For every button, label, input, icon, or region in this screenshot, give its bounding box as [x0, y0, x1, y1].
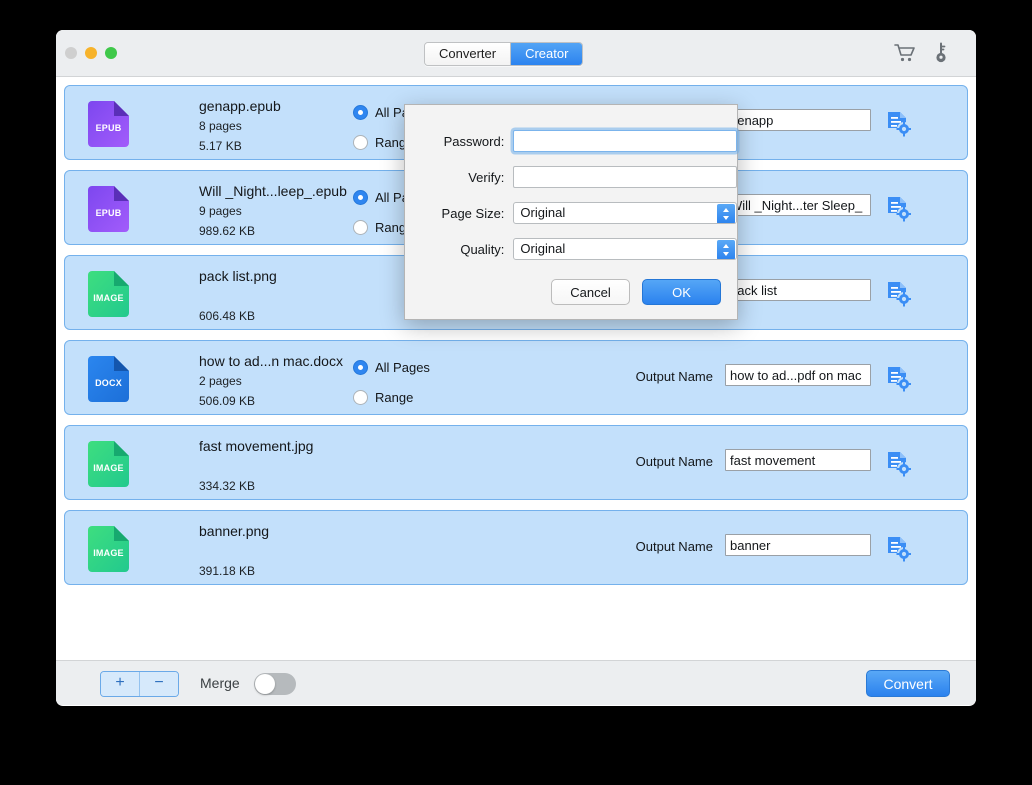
bottom-toolbar: + − Merge Convert: [56, 660, 976, 705]
file-type-icon-epub: EPUB: [88, 101, 129, 147]
output-name-input[interactable]: [725, 449, 871, 471]
app-window: Converter Creator EPUB genapp.epub 8 pag…: [56, 30, 976, 706]
cart-icon[interactable]: [894, 43, 916, 68]
chevron-updown-icon: [717, 204, 735, 223]
remove-file-button[interactable]: −: [139, 672, 178, 696]
file-info: how to ad...n mac.docx 2 pages 506.09 KB: [199, 352, 343, 410]
output-name-input[interactable]: [725, 109, 871, 131]
cancel-button[interactable]: Cancel: [551, 279, 630, 305]
page-size-label: Page Size:: [441, 205, 505, 221]
output-name-input[interactable]: [725, 364, 871, 386]
minimize-window-button[interactable]: [85, 47, 97, 59]
document-settings-icon[interactable]: [887, 111, 912, 137]
file-name: genapp.epub: [199, 98, 281, 114]
table-row[interactable]: IMAGE banner.png 391.18 KB Output Name: [64, 510, 968, 585]
radio-all-pages-dot: [353, 359, 368, 375]
chevron-updown-icon: [717, 240, 735, 259]
file-info: fast movement.jpg 334.32 KB: [199, 437, 313, 495]
page-size-value: Original: [520, 205, 566, 220]
file-info: banner.png 391.18 KB: [199, 522, 269, 580]
file-info: Will _Night...leep_.epub 9 pages 989.62 …: [199, 182, 347, 240]
page-size-select[interactable]: Original: [513, 202, 737, 224]
quality-value: Original: [520, 241, 566, 256]
title-bar: Converter Creator: [56, 30, 976, 77]
table-row[interactable]: IMAGE fast movement.jpg 334.32 KB Output…: [64, 425, 968, 500]
file-type-icon-docx: DOCX: [88, 356, 129, 402]
key-icon[interactable]: [934, 42, 948, 69]
file-type-icon-image: IMAGE: [88, 271, 129, 317]
output-name-label: Output Name: [635, 454, 713, 469]
file-pages: 9 pages: [199, 204, 242, 218]
password-label: Password:: [443, 133, 505, 149]
tab-converter[interactable]: Converter: [425, 43, 511, 65]
merge-toggle-knob: [255, 674, 275, 694]
ok-button[interactable]: OK: [642, 279, 721, 305]
file-size: 606.48 KB: [199, 309, 256, 323]
close-window-button[interactable]: [65, 47, 77, 59]
file-type-icon-image: IMAGE: [88, 441, 129, 487]
radio-all-pages-dot: [353, 104, 368, 120]
file-info: pack list.png 606.48 KB: [199, 267, 277, 325]
dialog-actions: Cancel OK: [551, 279, 721, 305]
file-size: 989.62 KB: [199, 224, 256, 238]
file-pages: 2 pages: [199, 374, 242, 388]
mode-segmented-control[interactable]: Converter Creator: [424, 42, 584, 66]
file-info: genapp.epub 8 pages 5.17 KB: [199, 97, 281, 155]
table-row[interactable]: DOCX how to ad...n mac.docx 2 pages 506.…: [64, 340, 968, 415]
window-controls: [65, 47, 117, 59]
output-name-input[interactable]: [725, 279, 871, 301]
radio-range-dot: [353, 219, 368, 235]
file-type-icon-image: IMAGE: [88, 526, 129, 572]
page-size-row: Page Size: Original: [405, 201, 737, 225]
file-size: 391.18 KB: [199, 564, 256, 578]
radio-range[interactable]: Range: [353, 386, 430, 408]
titlebar-actions: [894, 42, 948, 69]
page-range-options: All Pages Range: [353, 356, 430, 416]
file-name: Will _Night...leep_.epub: [199, 183, 347, 199]
password-row: Password:: [405, 129, 737, 153]
document-settings-icon[interactable]: [887, 196, 912, 222]
maximize-window-button[interactable]: [105, 47, 117, 59]
add-remove-control: + −: [100, 671, 179, 697]
pdf-options-dialog: Password: Verify: Page Size: Original Qu…: [404, 104, 738, 320]
file-pages: 8 pages: [199, 119, 242, 133]
file-type-icon-epub: EPUB: [88, 186, 129, 232]
file-size: 5.17 KB: [199, 139, 242, 153]
radio-range-dot: [353, 389, 368, 405]
verify-label: Verify:: [468, 169, 505, 185]
output-name-label: Output Name: [635, 369, 713, 384]
output-name-label: Output Name: [635, 539, 713, 554]
document-settings-icon[interactable]: [887, 536, 912, 562]
quality-select[interactable]: Original: [513, 238, 737, 260]
quality-row: Quality: Original: [405, 237, 737, 261]
document-settings-icon[interactable]: [887, 281, 912, 307]
file-name: fast movement.jpg: [199, 438, 314, 454]
add-file-button[interactable]: +: [101, 672, 139, 696]
merge-label: Merge: [200, 675, 240, 691]
radio-all-pages-dot: [353, 189, 368, 205]
tab-creator[interactable]: Creator: [510, 43, 583, 65]
verify-input[interactable]: [513, 166, 737, 188]
document-settings-icon[interactable]: [887, 366, 912, 392]
quality-label: Quality:: [460, 241, 505, 257]
file-size: 334.32 KB: [199, 479, 256, 493]
file-name: pack list.png: [199, 268, 277, 284]
document-settings-icon[interactable]: [887, 451, 912, 477]
verify-row: Verify:: [405, 165, 737, 189]
output-name-input[interactable]: [725, 194, 871, 216]
password-input[interactable]: [513, 130, 737, 152]
file-name: banner.png: [199, 523, 270, 539]
file-name: how to ad...n mac.docx: [199, 353, 343, 369]
file-size: 506.09 KB: [199, 394, 256, 408]
output-name-input[interactable]: [725, 534, 871, 556]
radio-range-dot: [353, 134, 368, 150]
radio-all-pages[interactable]: All Pages: [353, 356, 430, 378]
convert-button[interactable]: Convert: [866, 670, 950, 697]
merge-toggle[interactable]: [254, 673, 296, 695]
